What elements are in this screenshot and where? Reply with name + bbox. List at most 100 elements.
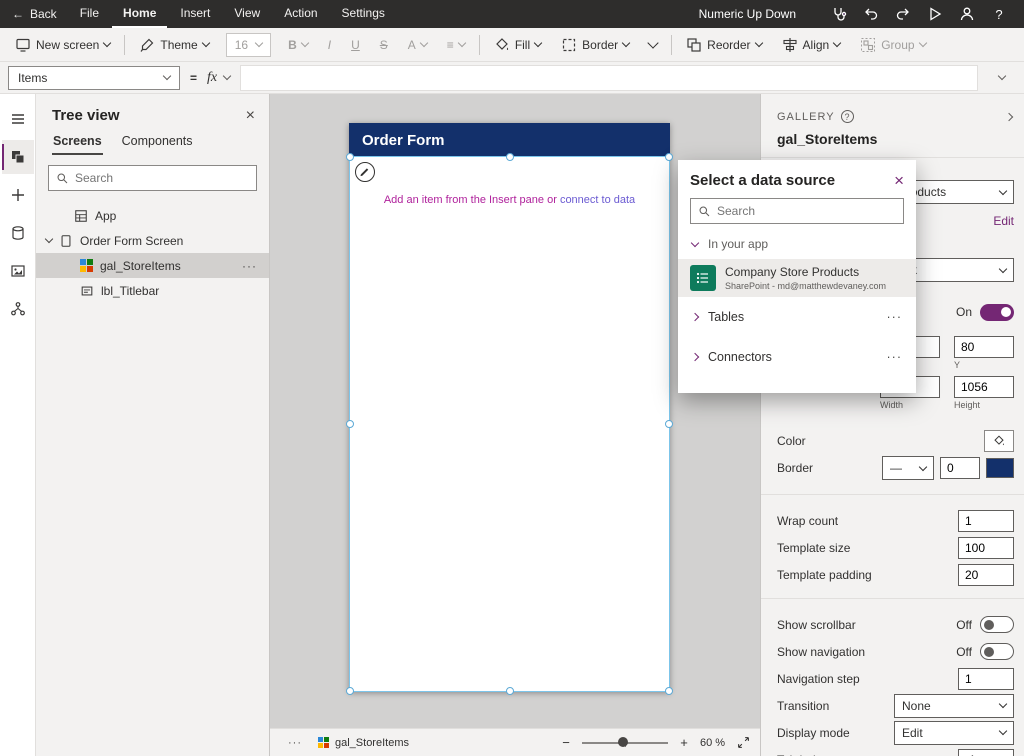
ribbon-overflow-button[interactable]: [640, 31, 666, 59]
resize-handle-ne[interactable]: [665, 153, 673, 161]
zoom-slider[interactable]: [582, 742, 668, 744]
transition-dropdown[interactable]: None: [894, 694, 1014, 718]
color-picker-button[interactable]: [984, 430, 1014, 452]
reorder-button[interactable]: Reorder: [677, 31, 770, 59]
edit-gallery-pencil-button[interactable]: [355, 162, 375, 182]
zoom-out-button[interactable]: −: [559, 735, 573, 750]
font-color-button[interactable]: A: [399, 31, 436, 59]
resize-handle-w[interactable]: [346, 420, 354, 428]
property-selector[interactable]: Items: [8, 66, 180, 90]
tree-item-app[interactable]: App: [36, 203, 269, 228]
menu-action[interactable]: Action: [273, 0, 328, 28]
help-icon[interactable]: ?: [986, 2, 1012, 26]
position-y-input[interactable]: [954, 336, 1014, 358]
chevron-down-icon[interactable]: [45, 235, 53, 243]
chevron-right-icon: [691, 353, 699, 361]
tables-group[interactable]: Tables ···: [678, 297, 916, 337]
help-icon[interactable]: ?: [841, 110, 854, 123]
bold-button[interactable]: B: [279, 31, 317, 59]
display-mode-dropdown[interactable]: Edit: [894, 721, 1014, 745]
font-size-dropdown[interactable]: 16: [226, 33, 271, 57]
border-button[interactable]: Border: [552, 31, 638, 59]
app-checker-icon[interactable]: [826, 2, 852, 26]
divider: [479, 35, 480, 55]
screen-canvas[interactable]: Order Form: [349, 123, 670, 692]
height-input[interactable]: [954, 376, 1014, 398]
menu-file[interactable]: File: [69, 0, 110, 28]
resize-handle-sw[interactable]: [346, 687, 354, 695]
formula-expand-button[interactable]: [988, 76, 1016, 79]
redo-icon[interactable]: [890, 2, 916, 26]
in-your-app-section[interactable]: In your app: [678, 224, 916, 259]
resize-handle-e[interactable]: [665, 420, 673, 428]
tree-search-input[interactable]: [75, 171, 249, 185]
collapse-panel-icon[interactable]: [1005, 112, 1013, 120]
show-navigation-toggle[interactable]: [980, 643, 1014, 660]
account-icon[interactable]: [954, 2, 980, 26]
zoom-slider-handle[interactable]: [618, 737, 628, 747]
show-scrollbar-toggle[interactable]: [980, 616, 1014, 633]
menu-view[interactable]: View: [223, 0, 271, 28]
template-padding-input[interactable]: [958, 564, 1014, 586]
theme-button[interactable]: Theme: [130, 31, 217, 59]
group-button[interactable]: Group: [851, 31, 934, 59]
border-width-input[interactable]: [940, 457, 980, 479]
tree-item-screen[interactable]: Order Form Screen: [36, 228, 269, 253]
border-color-swatch[interactable]: [986, 458, 1014, 478]
strikethrough-button[interactable]: S: [371, 31, 397, 59]
edit-fields-link[interactable]: Edit: [993, 214, 1014, 228]
menu-settings[interactable]: Settings: [331, 0, 396, 28]
tab-screens[interactable]: Screens: [52, 130, 103, 155]
template-size-label: Template size: [777, 541, 850, 555]
tree-item-label[interactable]: lbl_Titlebar: [36, 278, 269, 303]
resize-handle-s[interactable]: [506, 687, 514, 695]
back-button[interactable]: ← Back: [12, 7, 67, 21]
datasource-item[interactable]: Company Store Products SharePoint - md@m…: [678, 259, 916, 297]
data-sources-icon[interactable]: [2, 216, 34, 250]
statusbar-overflow-icon[interactable]: ···: [288, 737, 302, 749]
border-style-dropdown[interactable]: —: [882, 456, 934, 480]
zoom-in-button[interactable]: +: [677, 735, 691, 750]
tree-item-gallery[interactable]: gal_StoreItems ···: [36, 253, 269, 278]
item-overflow-icon[interactable]: ···: [242, 259, 269, 273]
gallery-control-selection[interactable]: Add an item from the Insert pane or conn…: [349, 156, 670, 692]
dialog-search-input[interactable]: [717, 204, 896, 218]
media-icon[interactable]: [2, 254, 34, 288]
group-overflow-icon[interactable]: ···: [887, 310, 903, 324]
menu-home[interactable]: Home: [112, 0, 167, 28]
connect-to-data-link[interactable]: connect to data: [560, 194, 635, 206]
resize-handle-n[interactable]: [506, 153, 514, 161]
connectors-group[interactable]: Connectors ···: [678, 337, 916, 377]
text-align-button[interactable]: ≡: [438, 31, 474, 59]
group-overflow-icon[interactable]: ···: [887, 350, 903, 364]
navigation-step-input[interactable]: [958, 668, 1014, 690]
tab-index-input[interactable]: [958, 749, 1014, 756]
close-icon[interactable]: ×: [246, 108, 255, 124]
advanced-tools-icon[interactable]: [2, 292, 34, 326]
tree-view-icon[interactable]: [2, 140, 34, 174]
wrap-count-input[interactable]: [958, 510, 1014, 532]
resize-handle-se[interactable]: [665, 687, 673, 695]
fx-dropdown[interactable]: fx: [207, 70, 230, 86]
formula-input[interactable]: [240, 65, 978, 91]
underline-button[interactable]: U: [342, 31, 369, 59]
template-size-input[interactable]: [958, 537, 1014, 559]
label-icon: [80, 284, 94, 298]
new-screen-button[interactable]: New screen: [6, 31, 119, 59]
fill-button[interactable]: Fill: [485, 31, 550, 59]
selected-control-indicator[interactable]: gal_StoreItems: [318, 737, 409, 749]
visible-toggle[interactable]: [980, 304, 1014, 321]
tab-components[interactable]: Components: [121, 130, 194, 155]
status-bar: ··· gal_StoreItems − + 60 %: [270, 728, 760, 756]
menu-insert[interactable]: Insert: [169, 0, 221, 28]
close-icon[interactable]: ×: [894, 172, 904, 189]
align-button[interactable]: Align: [773, 31, 850, 59]
undo-icon[interactable]: [858, 2, 884, 26]
preview-play-icon[interactable]: [922, 2, 948, 26]
hamburger-menu-icon[interactable]: [2, 102, 34, 136]
resize-handle-nw[interactable]: [346, 153, 354, 161]
fit-to-window-icon[interactable]: [737, 736, 750, 749]
titlebar-label-control[interactable]: Order Form: [349, 123, 670, 157]
insert-icon[interactable]: [2, 178, 34, 212]
italic-button[interactable]: I: [319, 31, 340, 59]
